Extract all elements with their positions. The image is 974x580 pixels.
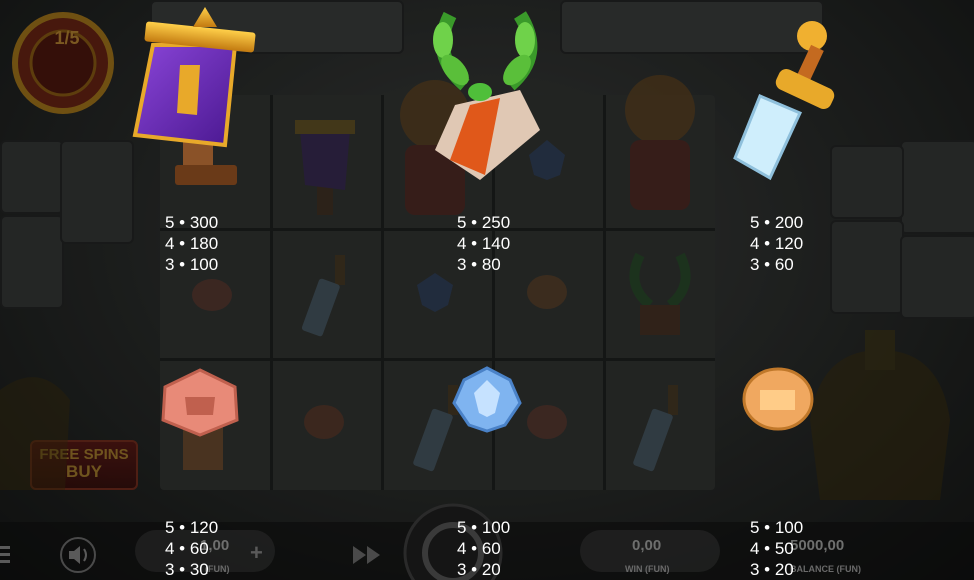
pay-line: 3 • 100 [165, 255, 219, 274]
pink-shield-icon [161, 368, 239, 470]
pay-line: 3 • 20 [750, 560, 794, 579]
game-stage: 1/5 FREE SPINS BUY 1,00 (FUN) + 0,00 WIN… [0, 0, 974, 580]
pay-line: 3 • 20 [457, 560, 501, 579]
fist-icon [742, 367, 814, 431]
pay-line: 3 • 30 [165, 560, 209, 579]
paytable-values-eagle: 5 • 100 4 • 60 3 • 20 [457, 517, 510, 580]
paytable-values-banner: 5 • 300 4 • 180 3 • 100 [165, 212, 218, 275]
pay-line: 5 • 200 [750, 213, 804, 232]
pay-line: 4 • 140 [457, 234, 511, 253]
pay-line: 3 • 80 [457, 255, 501, 274]
sword-icon [733, 21, 835, 181]
pay-line: 5 • 100 [457, 518, 511, 537]
menu-icon[interactable] [0, 540, 10, 570]
pay-line: 5 • 100 [750, 518, 804, 537]
paytable-values-fist: 5 • 100 4 • 50 3 • 20 [750, 517, 803, 580]
paytable-values-sword: 5 • 200 4 • 120 3 • 60 [750, 212, 803, 275]
bet-increase-button[interactable]: + [250, 540, 263, 566]
pay-line: 5 • 120 [165, 518, 219, 537]
sound-icon[interactable] [58, 537, 98, 573]
fast-forward-icon[interactable] [350, 543, 384, 567]
pay-line: 5 • 300 [165, 213, 219, 232]
paytable-values-shield: 5 • 120 4 • 60 3 • 30 [165, 517, 218, 580]
paytable-values-laurel: 5 • 250 4 • 140 3 • 80 [457, 212, 510, 275]
pay-line: 5 • 250 [457, 213, 511, 232]
pay-line: 3 • 60 [750, 255, 794, 274]
banner-icon [132, 7, 256, 185]
pay-line: 4 • 60 [165, 539, 209, 558]
pay-line: 4 • 60 [457, 539, 501, 558]
pay-line: 4 • 180 [165, 234, 219, 253]
pay-line: 4 • 50 [750, 539, 794, 558]
blue-eagle-icon [452, 366, 522, 433]
pay-line: 4 • 120 [750, 234, 804, 253]
win-value: 0,00 [632, 537, 662, 554]
laurel-wreath-icon [433, 11, 540, 180]
win-label: WIN (FUN) [625, 564, 670, 574]
